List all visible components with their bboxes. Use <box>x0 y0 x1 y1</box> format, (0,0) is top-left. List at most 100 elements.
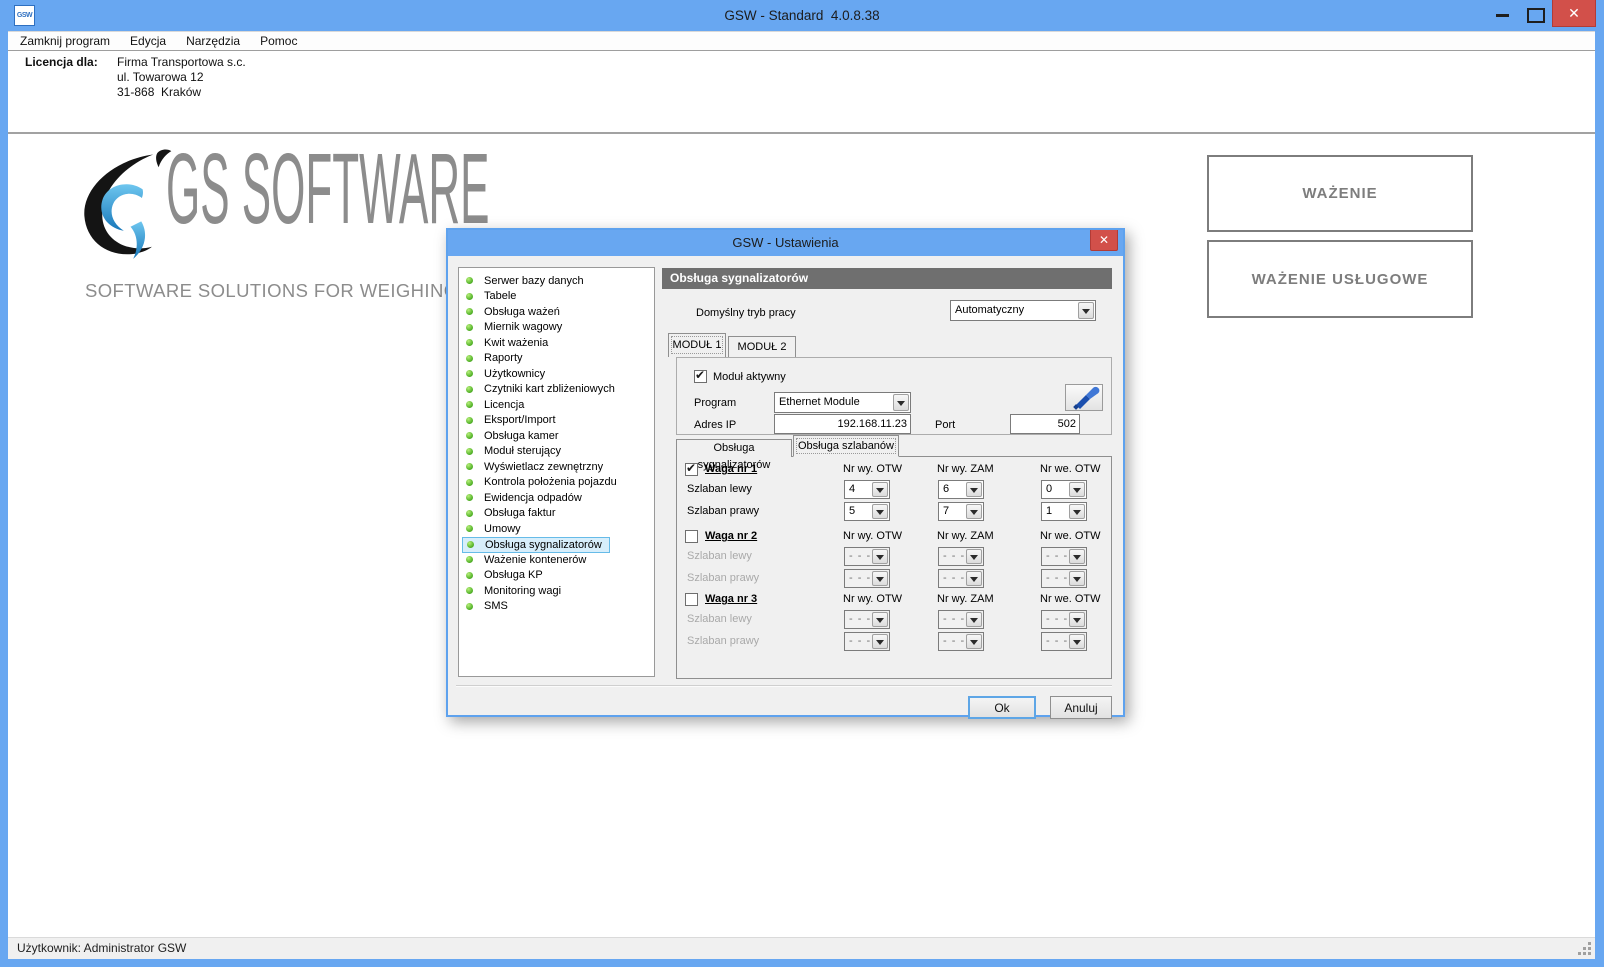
modul-aktywny-checkbox[interactable]: ✔ <box>694 370 707 383</box>
chevron-down-icon[interactable] <box>872 571 888 586</box>
bullet-icon <box>466 525 473 532</box>
chevron-down-icon[interactable] <box>966 504 982 519</box>
waga-checkbox[interactable]: ✔ <box>685 463 698 476</box>
dropdown-value: - - - <box>1042 633 1068 650</box>
port-field[interactable] <box>1010 414 1080 434</box>
szlaban-dropdown[interactable]: 7 <box>938 502 984 521</box>
connection-test-button[interactable] <box>1065 384 1103 411</box>
chevron-down-icon[interactable] <box>872 549 888 564</box>
menu-edycja[interactable]: Edycja <box>120 32 176 50</box>
bullet-icon <box>466 277 473 284</box>
default-mode-dropdown[interactable]: Automatyczny <box>950 300 1096 321</box>
minimize-button[interactable] <box>1488 0 1518 27</box>
chevron-down-icon[interactable] <box>872 634 888 649</box>
sidebar-item[interactable]: Ewidencja odpadów <box>462 490 589 505</box>
waga-label: Waga nr 3 <box>705 593 757 605</box>
chevron-down-icon[interactable] <box>872 482 888 497</box>
menu-narzedzia[interactable]: Narzędzia <box>176 32 250 50</box>
sidebar-item-label: Czytniki kart zbliżeniowych <box>484 383 615 395</box>
sidebar-item[interactable]: Kwit ważenia <box>462 335 555 350</box>
close-button[interactable]: ✕ <box>1552 0 1596 27</box>
module-groupbox: ✔ Moduł aktywny Program Ethernet Module … <box>676 357 1112 435</box>
chevron-down-icon[interactable] <box>1069 571 1085 586</box>
ok-button[interactable]: Ok <box>968 696 1036 719</box>
szlaban-dropdown[interactable]: - - - <box>938 632 984 651</box>
szlaban-dropdown[interactable]: - - - <box>844 610 890 629</box>
sidebar-item[interactable]: Obsługa sygnalizatorów <box>462 537 610 553</box>
waga-checkbox[interactable] <box>685 593 698 606</box>
tab-obsluga-sygnalizatorow[interactable]: Obsługa sygnalizatorów <box>676 439 792 457</box>
sidebar-item[interactable]: Użytkownicy <box>462 366 552 381</box>
chevron-down-icon[interactable] <box>893 394 909 411</box>
sidebar-item-label: SMS <box>484 600 508 612</box>
dialog-title: GSW - Ustawienia <box>448 230 1123 256</box>
sidebar-item[interactable]: Moduł sterujący <box>462 444 568 459</box>
sidebar-item[interactable]: Obsługa ważeń <box>462 304 567 319</box>
szlaban-dropdown[interactable]: - - - <box>844 632 890 651</box>
maximize-button[interactable] <box>1518 0 1552 27</box>
adres-ip-field[interactable] <box>774 414 911 434</box>
chevron-down-icon[interactable] <box>966 482 982 497</box>
chevron-down-icon[interactable] <box>966 571 982 586</box>
sidebar-item[interactable]: Ważenie kontenerów <box>462 552 593 567</box>
sidebar-item[interactable]: Kontrola położenia pojazdu <box>462 475 624 490</box>
column-header: Nr we. OTW <box>1040 463 1101 475</box>
sidebar-item[interactable]: Raporty <box>462 351 530 366</box>
sidebar-item[interactable]: SMS <box>462 599 515 614</box>
sidebar-item[interactable]: Umowy <box>462 521 528 536</box>
szlaban-dropdown[interactable]: 0 <box>1041 480 1087 499</box>
wazenie-uslugowe-button[interactable]: WAŻENIE USŁUGOWE <box>1207 240 1473 318</box>
chevron-down-icon[interactable] <box>966 634 982 649</box>
sidebar-item[interactable]: Eksport/Import <box>462 413 563 428</box>
szlaban-dropdown[interactable]: - - - <box>938 610 984 629</box>
dialog-close-button[interactable]: ✕ <box>1090 230 1118 251</box>
chevron-down-icon[interactable] <box>1069 612 1085 627</box>
sidebar-item[interactable]: Czytniki kart zbliżeniowych <box>462 382 622 397</box>
chevron-down-icon[interactable] <box>1069 549 1085 564</box>
chevron-down-icon[interactable] <box>1069 634 1085 649</box>
szlaban-dropdown[interactable]: 6 <box>938 480 984 499</box>
szlaban-dropdown[interactable]: 4 <box>844 480 890 499</box>
szlaban-dropdown[interactable]: - - - <box>938 547 984 566</box>
menu-zamknij-program[interactable]: Zamknij program <box>8 32 120 50</box>
chevron-down-icon[interactable] <box>1078 302 1094 319</box>
sidebar-item[interactable]: Miernik wagowy <box>462 320 569 335</box>
bullet-icon <box>466 417 473 424</box>
program-dropdown[interactable]: Ethernet Module <box>774 392 911 413</box>
szlaban-dropdown[interactable]: - - - <box>844 569 890 588</box>
sidebar-item[interactable]: Licencja <box>462 397 531 412</box>
sidebar-item[interactable]: Obsługa kamer <box>462 428 566 443</box>
sidebar-item[interactable]: Wyświetlacz zewnętrzny <box>462 459 610 474</box>
resize-grip-icon[interactable] <box>1588 952 1591 955</box>
szlaban-dropdown[interactable]: - - - <box>1041 610 1087 629</box>
szlaban-dropdown[interactable]: - - - <box>1041 569 1087 588</box>
bullet-icon <box>466 324 473 331</box>
szlaban-dropdown[interactable]: - - - <box>1041 632 1087 651</box>
waga-checkbox[interactable] <box>685 530 698 543</box>
chevron-down-icon[interactable] <box>966 612 982 627</box>
chevron-down-icon[interactable] <box>966 549 982 564</box>
chevron-down-icon[interactable] <box>872 504 888 519</box>
tab-obsluga-szlabanow[interactable]: Obsługa szlabanów <box>793 435 899 457</box>
szlaban-dropdown[interactable]: 1 <box>1041 502 1087 521</box>
chevron-down-icon[interactable] <box>1069 482 1085 497</box>
szlaban-dropdown[interactable]: - - - <box>1041 547 1087 566</box>
sidebar-item[interactable]: Tabele <box>462 289 523 304</box>
menu-pomoc[interactable]: Pomoc <box>250 32 307 50</box>
sidebar-item[interactable]: Obsługa faktur <box>462 506 563 521</box>
chevron-down-icon[interactable] <box>1069 504 1085 519</box>
wazenie-button[interactable]: WAŻENIE <box>1207 155 1473 232</box>
waga-label: Waga nr 2 <box>705 530 757 542</box>
sidebar-item-label: Obsługa KP <box>484 569 543 581</box>
szlaban-dropdown[interactable]: 5 <box>844 502 890 521</box>
tab-modul-2[interactable]: MODUŁ 2 <box>728 336 796 357</box>
chevron-down-icon[interactable] <box>872 612 888 627</box>
sidebar-item[interactable]: Obsługa KP <box>462 568 550 583</box>
tab-modul-1[interactable]: MODUŁ 1 <box>668 333 726 357</box>
bullet-icon <box>466 494 473 501</box>
szlaban-dropdown[interactable]: - - - <box>844 547 890 566</box>
sidebar-item[interactable]: Serwer bazy danych <box>462 273 591 288</box>
szlaban-dropdown[interactable]: - - - <box>938 569 984 588</box>
sidebar-item[interactable]: Monitoring wagi <box>462 583 568 598</box>
cancel-button[interactable]: Anuluj <box>1050 696 1112 719</box>
